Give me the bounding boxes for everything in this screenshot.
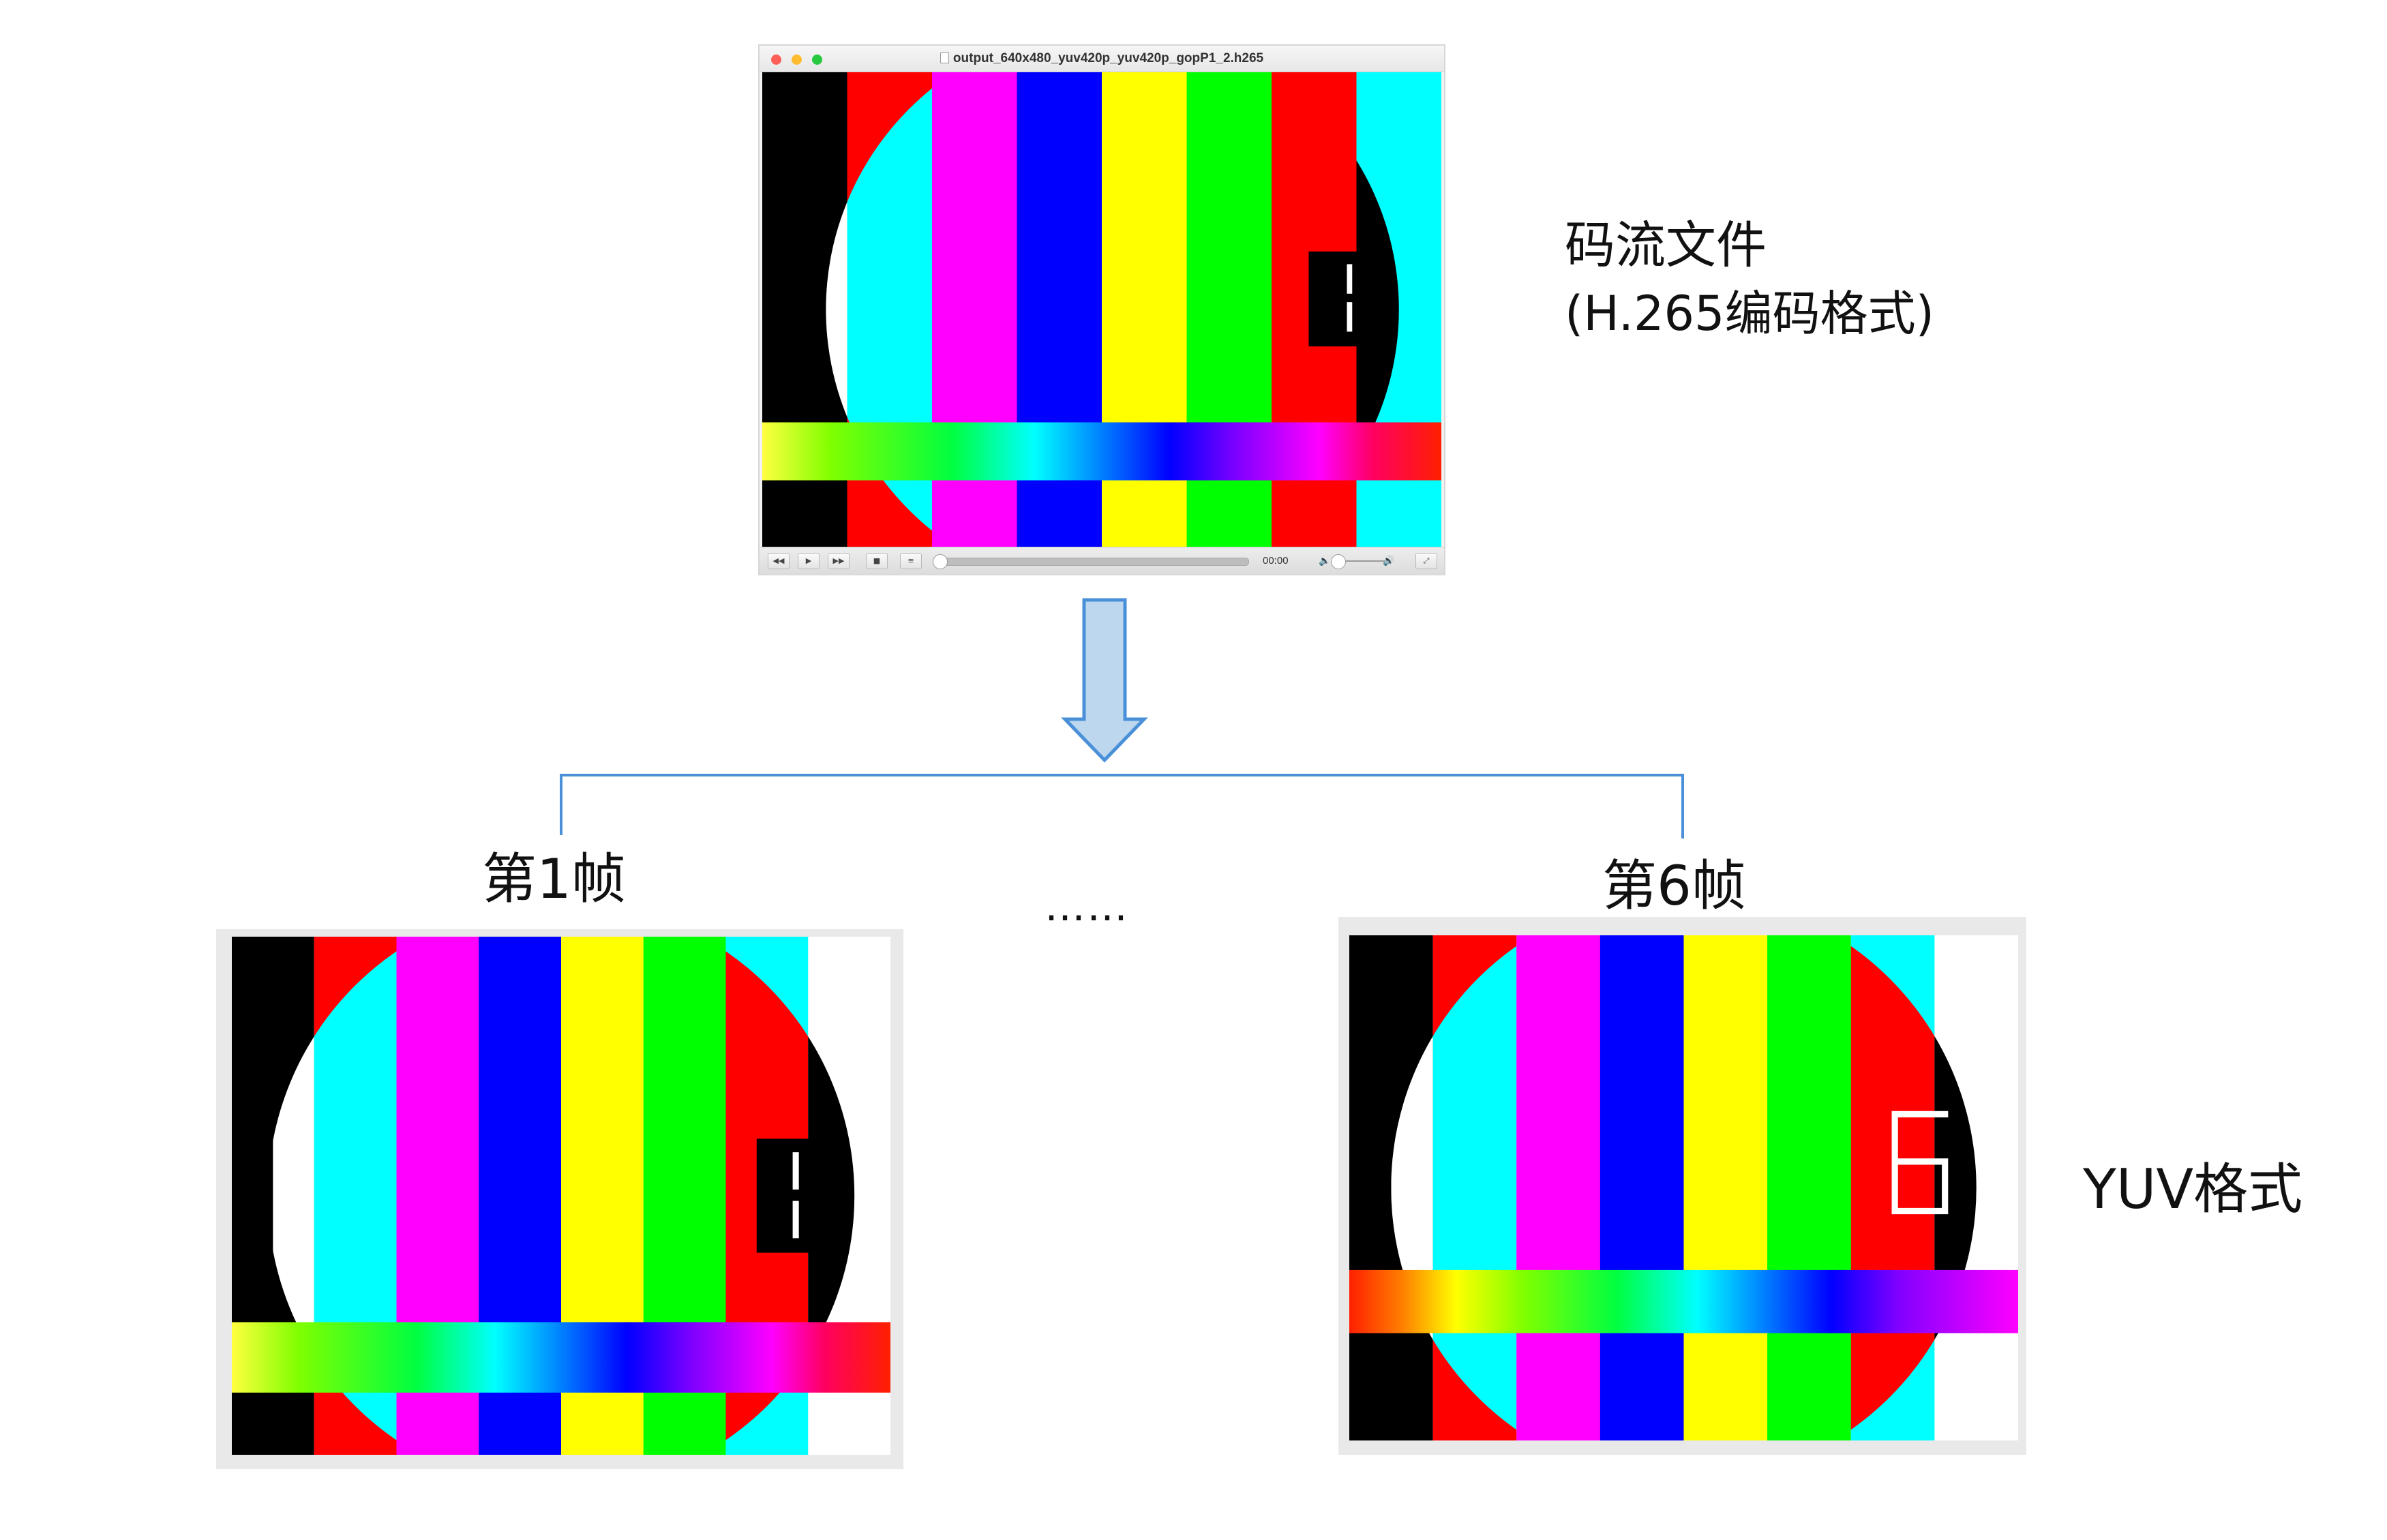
frame-1-image (232, 937, 890, 1455)
frame-6-image (1349, 935, 2018, 1440)
frame-1-label: 第1帧 (482, 847, 626, 911)
down-arrow-icon (1061, 598, 1148, 763)
ellipsis-label: …… (1045, 883, 1129, 931)
frame-6-label: 第6帧 (1602, 854, 1746, 918)
split-bracket (560, 774, 1684, 839)
yuv-format-label: YUV格式 (2083, 1158, 2303, 1221)
